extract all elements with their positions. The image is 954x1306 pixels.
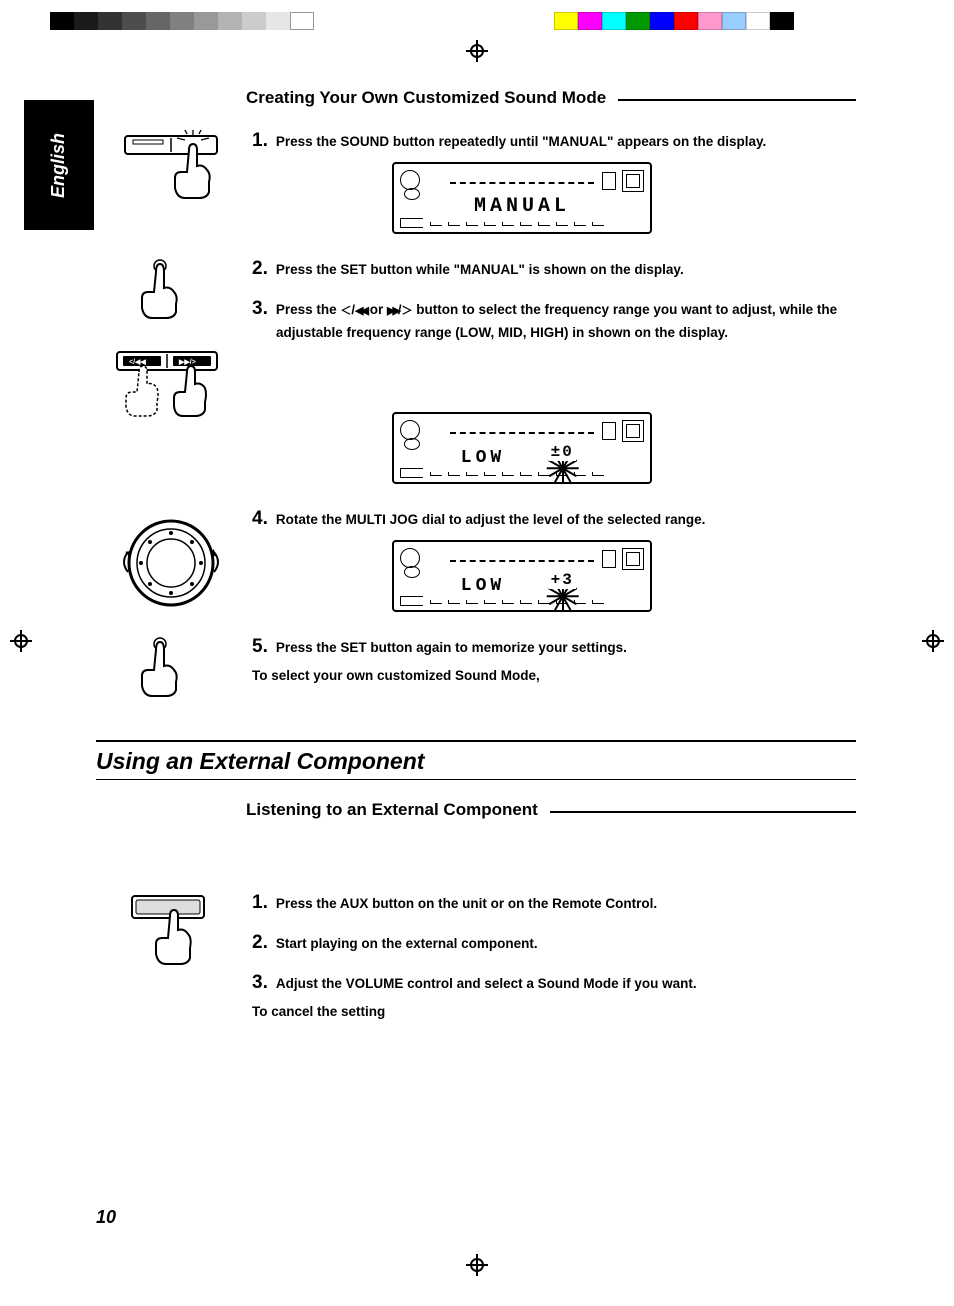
step-text: Press the SOUND button repeatedly until … <box>276 133 766 151</box>
press-sound-button-icon <box>121 130 221 210</box>
grayscale-calibration-bar <box>50 12 314 30</box>
step-text: Press the SET button while "MANUAL" is s… <box>276 261 684 279</box>
lcd-label: LOW <box>461 448 505 468</box>
lcd-value: +3 <box>549 571 576 589</box>
step-number: 2. <box>252 932 268 954</box>
lcd-display-manual: MANUAL <box>392 162 652 234</box>
step-number: 2. <box>252 258 268 280</box>
lcd-label: LOW <box>461 576 505 596</box>
page-number: 10 <box>96 1207 116 1228</box>
registration-mark-icon <box>10 630 32 652</box>
svg-text:▶▶/>: ▶▶/> <box>178 359 196 366</box>
registration-mark-icon <box>922 630 944 652</box>
press-aux-button-icon <box>126 892 216 982</box>
color-calibration-bar <box>554 12 794 30</box>
language-tab: English <box>24 100 94 230</box>
press-set-button-icon <box>136 636 206 710</box>
prev-button-glyph: / <box>340 302 366 317</box>
step-text: Press the SET button again to memorize y… <box>276 639 627 657</box>
registration-mark-icon <box>466 40 488 62</box>
lcd-display-low-0: LOW ±0 <box>392 412 652 484</box>
svg-text:</◀◀: </◀◀ <box>129 359 146 366</box>
step-text: Start playing on the external component. <box>276 935 538 953</box>
rule-icon <box>618 99 856 101</box>
step-text-continued: adjustable frequency range (LOW, MID, HI… <box>276 324 856 342</box>
step-text: Press the AUX button on the unit or on t… <box>276 895 657 913</box>
heading-external-component: Using an External Component <box>96 740 856 780</box>
press-set-button-icon <box>136 258 206 332</box>
step-number: 5. <box>252 636 268 658</box>
value-burst-icon: +3 <box>541 566 583 594</box>
lcd-text: MANUAL <box>474 195 570 218</box>
step-text: Press the / or / button to select the fr… <box>276 301 837 319</box>
note-text: To cancel the setting <box>252 1004 856 1019</box>
subheading-listening-external: Listening to an External Component <box>246 800 538 820</box>
lcd-display-low-3: LOW +3 <box>392 540 652 612</box>
step-text: Adjust the VOLUME control and select a S… <box>276 975 697 993</box>
page-content: Creating Your Own Customized Sound Mode <box>96 88 856 1025</box>
next-button-glyph: / <box>387 302 413 317</box>
multi-jog-dial-icon <box>116 508 226 618</box>
rule-icon <box>550 811 856 813</box>
step-number: 4. <box>252 508 268 530</box>
lcd-value: ±0 <box>549 443 576 461</box>
language-label: English <box>48 132 69 197</box>
registration-mark-icon <box>466 1254 488 1276</box>
step-number: 1. <box>252 130 268 152</box>
step-number: 3. <box>252 972 268 994</box>
press-skip-buttons-icon: </◀◀ ▶▶/> <box>111 348 231 438</box>
value-burst-icon: ±0 <box>541 438 583 466</box>
step-text: Rotate the MULTI JOG dial to adjust the … <box>276 511 706 529</box>
step-number: 1. <box>252 892 268 914</box>
step-number: 3. <box>252 298 268 320</box>
note-text: To select your own customized Sound Mode… <box>252 668 856 683</box>
subheading-sound-mode: Creating Your Own Customized Sound Mode <box>246 88 606 108</box>
